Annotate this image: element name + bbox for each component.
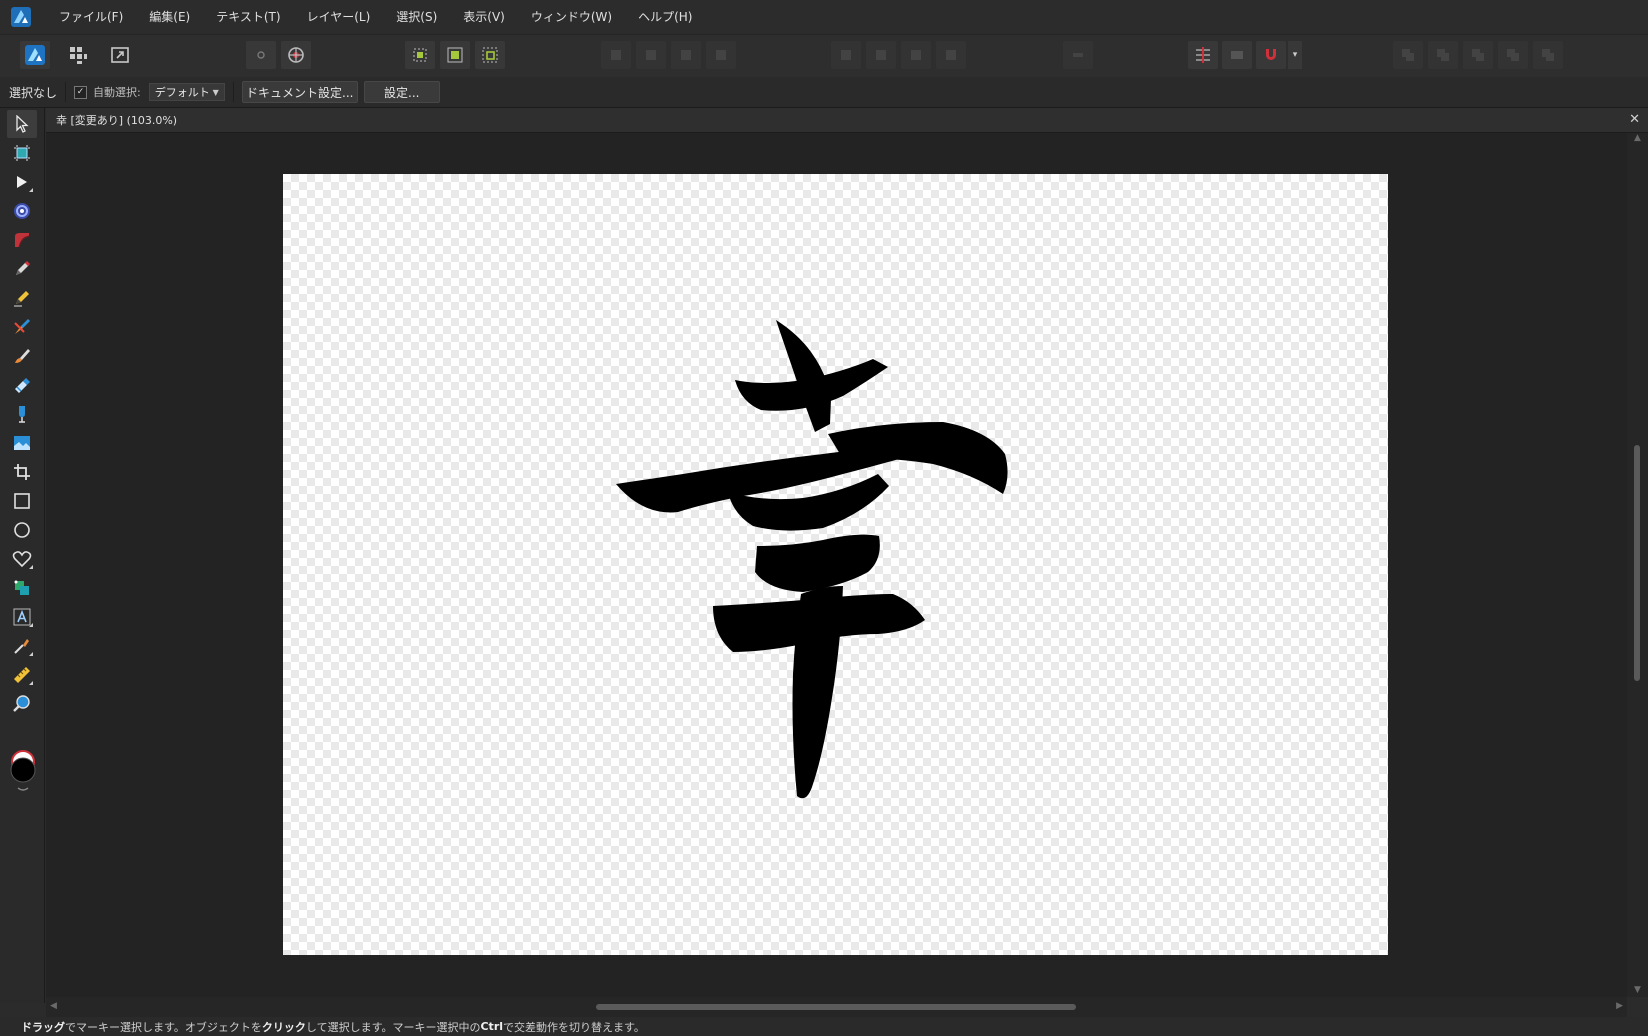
arrange-front-icon[interactable] (706, 41, 736, 69)
status-hint-text: して選択します。マーキー選択中の (305, 1020, 481, 1034)
boolean-subtract-icon[interactable] (1428, 41, 1458, 69)
transform-bounds-icon[interactable] (440, 41, 470, 69)
place-image-tool-icon[interactable] (7, 429, 37, 457)
pencil-tool-icon[interactable] (7, 255, 37, 283)
ellipse-tool-icon[interactable] (7, 516, 37, 544)
snapping-grid-icon[interactable] (1188, 41, 1218, 69)
snapping-toggle-icon[interactable] (1222, 41, 1252, 69)
pixel-tool-icon[interactable] (7, 342, 37, 370)
selection-status: 選択なし (9, 85, 58, 100)
scroll-left-arrow-icon[interactable]: ◀ (50, 1001, 57, 1011)
boolean-divide-icon[interactable] (1533, 41, 1563, 69)
corner-tool-icon[interactable] (7, 197, 37, 225)
pen-tool-icon[interactable] (7, 226, 37, 254)
artboard[interactable] (283, 174, 1388, 955)
settings-button[interactable]: 設定... (363, 81, 440, 103)
artboard-tool-icon[interactable] (7, 139, 37, 167)
boolean-xor-icon[interactable] (1498, 41, 1528, 69)
snapping-options-chevron-down-icon[interactable]: ▾ (1288, 41, 1302, 69)
arrange-forward-icon[interactable] (671, 41, 701, 69)
shape-builder-tool-icon[interactable] (7, 574, 37, 602)
crop-tool-icon[interactable] (7, 458, 37, 486)
color-well[interactable] (7, 748, 39, 792)
menu-edit[interactable]: 編集(E) (136, 0, 203, 34)
vector-brush-tool-icon[interactable] (7, 284, 37, 312)
document-setup-button[interactable]: ドキュメント設定... (241, 81, 358, 103)
view-mode-pixel-icon[interactable] (246, 41, 276, 69)
designer-persona-icon[interactable] (20, 41, 50, 69)
menu-bar: ファイル(F) 編集(E) テキスト(T) レイヤー(L) 選択(S) 表示(V… (0, 0, 1648, 34)
auto-select-value: デフォルト (154, 86, 210, 99)
snapping-magnet-icon[interactable] (1256, 41, 1286, 69)
context-toolbar: 選択なし ✓ 自動選択: デフォルト ▼ ドキュメント設定... 設定... (0, 77, 1648, 108)
boolean-add-icon[interactable] (1393, 41, 1423, 69)
status-hint-click: クリック (261, 1020, 306, 1034)
view-mode-wireframe-icon[interactable] (281, 41, 311, 69)
menu-view[interactable]: 表示(V) (450, 0, 518, 34)
rectangle-tool-icon[interactable] (7, 487, 37, 515)
scroll-up-arrow-icon[interactable]: ▲ (1634, 133, 1641, 143)
menu-layer[interactable]: レイヤー(L) (294, 0, 384, 34)
arrange-back-icon[interactable] (601, 41, 631, 69)
auto-select-label: 自動選択: (93, 86, 141, 99)
menu-file[interactable]: ファイル(F) (46, 0, 136, 34)
status-bar: ドラッグ でマーキー選択します。オブジェクトを クリック して選択します。マーキ… (0, 1017, 1648, 1036)
scroll-right-arrow-icon[interactable]: ▶ (1616, 1001, 1623, 1011)
document-title: 幸 [変更あり] (103.0%) (56, 114, 178, 127)
menu-help[interactable]: ヘルプ(H) (625, 0, 705, 34)
zoom-tool-icon[interactable] (7, 690, 37, 718)
status-hint-text: でマーキー選択します。オブジェクトを (65, 1020, 262, 1034)
move-tool-icon[interactable] (7, 110, 37, 138)
auto-select-dropdown[interactable]: デフォルト ▼ (148, 83, 225, 101)
boolean-intersect-icon[interactable] (1463, 41, 1493, 69)
menu-window[interactable]: ウィンドウ(W) (518, 0, 625, 34)
node-tool-icon[interactable] (7, 168, 37, 196)
scroll-down-arrow-icon[interactable]: ▼ (1634, 985, 1641, 995)
arrange-backward-icon[interactable] (636, 41, 666, 69)
calligraphy-artwork[interactable] (283, 174, 1388, 955)
transform-objects-icon[interactable] (475, 41, 505, 69)
align-distribute-icon[interactable] (936, 41, 966, 69)
measure-tool-icon[interactable] (7, 661, 37, 689)
vertical-scroll-thumb[interactable] (1634, 445, 1640, 681)
auto-select-checkbox[interactable]: ✓ (74, 85, 88, 99)
affinity-designer-logo-icon[interactable] (10, 6, 32, 28)
align-options-icon[interactable] (1063, 41, 1093, 69)
close-document-icon[interactable]: ✕ (1629, 112, 1640, 128)
tools-panel (0, 108, 45, 1003)
transform-origin-icon[interactable] (405, 41, 435, 69)
transparency-tool-icon[interactable] (7, 400, 37, 428)
paint-brush-tool-icon[interactable] (7, 313, 37, 341)
vertical-scrollbar[interactable]: ▲ ▼ (1627, 133, 1648, 997)
main-toolbar: ▾ (0, 34, 1648, 78)
status-hint-ctrl: Ctrl (480, 1020, 504, 1033)
export-persona-icon[interactable] (105, 41, 135, 69)
document-tab[interactable]: 幸 [変更あり] (103.0%) ✕ (46, 108, 1648, 133)
text-tool-icon[interactable] (7, 603, 37, 631)
fill-tool-icon[interactable] (7, 371, 37, 399)
align-right-icon[interactable] (901, 41, 931, 69)
align-left-icon[interactable] (831, 41, 861, 69)
chevron-down-icon: ▼ (212, 87, 219, 97)
horizontal-scrollbar[interactable]: ◀ ▶ (46, 997, 1627, 1017)
divider (232, 82, 234, 102)
divider (65, 82, 67, 102)
checkmark-icon: ✓ (76, 86, 85, 97)
align-center-icon[interactable] (866, 41, 896, 69)
status-hint-text: で交差動作を切り替えます。 (503, 1020, 645, 1034)
canvas-area[interactable] (46, 133, 1627, 997)
pixel-persona-icon[interactable] (63, 41, 93, 69)
color-picker-tool-icon[interactable] (7, 632, 37, 660)
menu-text[interactable]: テキスト(T) (203, 0, 293, 34)
menu-select[interactable]: 選択(S) (383, 0, 450, 34)
status-hint-drag: ドラッグ (21, 1020, 65, 1034)
heart-shape-tool-icon[interactable] (7, 545, 37, 573)
horizontal-scroll-thumb[interactable] (596, 1004, 1076, 1010)
